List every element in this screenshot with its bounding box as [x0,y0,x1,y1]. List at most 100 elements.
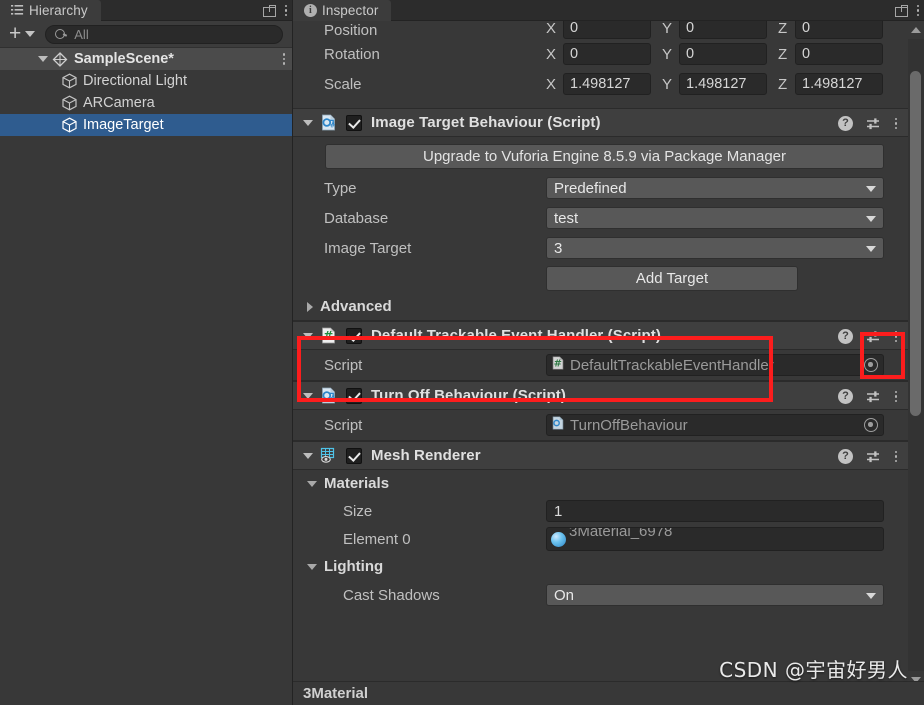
materials-size-row: Size 1 [293,497,908,525]
lock-icon[interactable] [263,4,276,17]
search-input[interactable]: All [45,24,283,44]
chevron-down-icon[interactable] [303,332,313,339]
component-header-default-trackable-event-handler[interactable]: # Default Trackable Event Handler (Scrip… [293,321,908,350]
add-gameobject-button[interactable]: + [6,23,38,44]
tob-script-row: Script TurnOffBehaviour [293,410,908,440]
database-dropdown[interactable]: test [546,207,884,229]
element0-value: 3Material_6978 [569,527,673,540]
object-picker-icon[interactable] [864,418,878,432]
preset-icon[interactable] [866,390,881,404]
help-icon[interactable]: ? [838,449,853,464]
chevron-down-icon[interactable] [307,480,317,487]
chevron-down-icon[interactable] [303,119,313,126]
component-title: Mesh Renderer [371,447,481,464]
size-label: Size [343,502,373,520]
chevron-down-icon[interactable] [38,56,48,62]
lock-icon[interactable] [895,4,908,17]
scale-x-input[interactable]: 1.498127 [563,73,651,95]
cs-script-icon [551,416,565,434]
advanced-foldout[interactable]: Advanced [293,293,908,320]
rotation-z-input[interactable]: 0 [795,43,883,65]
tab-hierarchy[interactable]: Hierarchy [0,0,101,21]
tob-script-value: TurnOffBehaviour [570,416,688,434]
position-z-input[interactable]: 0 [795,21,883,39]
inspector-scrollbar[interactable] [908,21,924,705]
help-icon[interactable]: ? [838,329,853,344]
upgrade-vuforia-button[interactable]: Upgrade to Vuforia Engine 8.5.9 via Pack… [325,144,884,169]
component-header-mesh-renderer[interactable]: Mesh Renderer ? [293,441,908,470]
add-target-row: Add Target [293,263,908,293]
chevron-down-icon[interactable] [307,563,317,570]
cast-shadows-dropdown[interactable]: On [546,584,884,606]
lighting-foldout[interactable]: Lighting [293,553,908,580]
chevron-down-icon [25,31,36,37]
inspector-panel: i Inspector Position X 0 Y 0 Z 0 Rotatio… [293,0,924,705]
inspector-content: Position X 0 Y 0 Z 0 Rotation X 0 Y 0 Z … [293,21,908,705]
element0-objectfield[interactable]: 3Material_6978 [546,527,884,551]
image-target-dropdown-value: 3 [554,239,563,257]
tob-script-objectfield[interactable]: TurnOffBehaviour [546,414,884,436]
rotation-y-input[interactable]: 0 [679,43,767,65]
inspector-body: Position X 0 Y 0 Z 0 Rotation X 0 Y 0 Z … [293,21,924,705]
chevron-down-icon [866,593,876,599]
position-y-input[interactable]: 0 [679,21,767,39]
advanced-label: Advanced [320,298,392,315]
tab-inspector[interactable]: i Inspector [293,0,392,21]
component-enabled-checkbox[interactable] [346,387,362,404]
gameobject-cube-icon [61,117,78,133]
hierarchy-item-directional-light[interactable]: Directional Light [0,70,292,92]
scene-menu-icon[interactable] [282,52,286,66]
component-header-turn-off-behaviour[interactable]: # Turn Off Behaviour (Script) ? [293,381,908,410]
position-x-input[interactable]: 0 [563,21,651,39]
help-icon[interactable]: ? [838,389,853,404]
scrollbar-thumb[interactable] [910,71,921,416]
dteh-script-objectfield[interactable]: # DefaultTrackableEventHandler [546,354,884,376]
chevron-down-icon[interactable] [303,392,313,399]
help-icon[interactable]: ? [838,116,853,131]
hierarchy-item-arcamera[interactable]: ARCamera [0,92,292,114]
component-title: Turn Off Behaviour (Script) [371,387,566,404]
materials-size-input[interactable]: 1 [546,500,884,522]
component-menu-icon[interactable] [894,117,898,131]
rotation-label: Rotation [324,45,380,63]
scale-y-input[interactable]: 1.498127 [679,73,767,95]
svg-text:#: # [554,359,562,370]
component-enabled-checkbox[interactable] [346,114,362,131]
component-menu-icon[interactable] [894,390,898,404]
materials-element0-row: Element 0 3Material_6978 [293,525,908,553]
component-menu-icon[interactable] [894,450,898,464]
chevron-down-icon [866,246,876,252]
chevron-right-icon[interactable] [307,301,313,312]
image-target-dropdown[interactable]: 3 [546,237,884,259]
rotation-x-input[interactable]: 0 [563,43,651,65]
type-dropdown[interactable]: Predefined [546,177,884,199]
hierarchy-item-label: Directional Light [83,73,187,89]
svg-text:#: # [330,395,336,403]
materials-foldout[interactable]: Materials [293,470,908,497]
search-icon [55,28,68,40]
component-menu-icon[interactable] [894,330,898,344]
preset-icon[interactable] [866,330,881,344]
hierarchy-scene-row[interactable]: SampleScene* [0,48,292,70]
scroll-up-arrow-icon[interactable] [911,27,921,33]
add-target-button[interactable]: Add Target [546,265,798,291]
hierarchy-menu-icon[interactable] [284,4,288,18]
database-field-row: Database test [293,203,908,233]
component-enabled-checkbox[interactable] [346,327,362,344]
scale-z-input[interactable]: 1.498127 [795,73,883,95]
component-enabled-checkbox[interactable] [346,447,362,464]
preset-icon[interactable] [866,450,881,464]
hierarchy-item-imagetarget[interactable]: ImageTarget [0,114,292,136]
axis-z-label: Z [778,21,788,37]
cs-script-icon: # [320,114,337,131]
hierarchy-scene-label: SampleScene* [74,51,174,67]
chevron-down-icon[interactable] [303,452,313,459]
component-header-image-target-behaviour[interactable]: # Image Target Behaviour (Script) ? [293,108,908,137]
inspector-menu-icon[interactable] [916,4,920,18]
preset-icon[interactable] [866,117,881,131]
gameobject-cube-icon [61,73,78,89]
object-picker-icon[interactable] [864,358,878,372]
axis-z-label: Z [778,45,788,63]
axis-x-label: X [546,21,557,37]
script-label: Script [324,356,363,374]
